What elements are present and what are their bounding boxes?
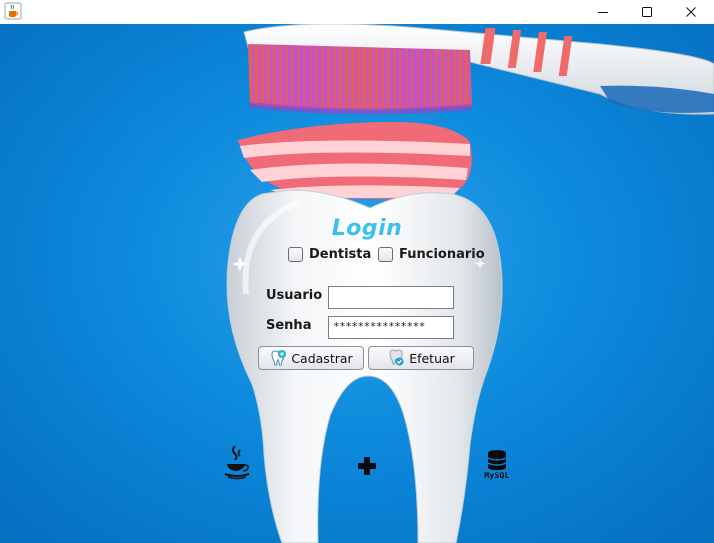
login-title: Login [331, 216, 403, 241]
close-icon [686, 7, 696, 17]
close-button[interactable] [668, 0, 714, 24]
checkbox-box[interactable] [288, 246, 303, 262]
minimize-button[interactable] [580, 0, 626, 24]
maximize-button[interactable] [624, 0, 670, 24]
plus-icon [358, 457, 376, 475]
senha-password-field[interactable]: *************** [328, 316, 454, 339]
title-bar [0, 0, 714, 24]
dentista-checkbox[interactable]: Dentista [288, 245, 371, 263]
funcionario-label: Funcionario [399, 246, 485, 262]
toothbrush-bristles [248, 44, 472, 115]
maximize-icon [642, 7, 652, 17]
java-coffee-cup-icon [224, 445, 250, 480]
app-window: Login Dentista Funcionario Usuario Senha… [0, 0, 714, 543]
senha-label: Senha [266, 318, 312, 333]
add-tooth-icon [271, 350, 287, 366]
cadastrar-label: Cadastrar [291, 350, 353, 366]
mysql-label: MySQL [484, 471, 510, 480]
efetuar-label: Efetuar [409, 350, 455, 366]
usuario-input[interactable] [328, 286, 454, 309]
java-app-icon [4, 2, 22, 20]
cadastrar-button[interactable]: Cadastrar [258, 346, 364, 370]
checkbox-box[interactable] [378, 246, 393, 262]
dentista-label: Dentista [309, 246, 372, 262]
usuario-label: Usuario [266, 288, 323, 303]
tooth-check-icon [389, 349, 404, 366]
minimize-icon [598, 12, 608, 13]
efetuar-button[interactable]: Efetuar [368, 346, 474, 370]
funcionario-checkbox[interactable]: Funcionario [378, 245, 485, 263]
